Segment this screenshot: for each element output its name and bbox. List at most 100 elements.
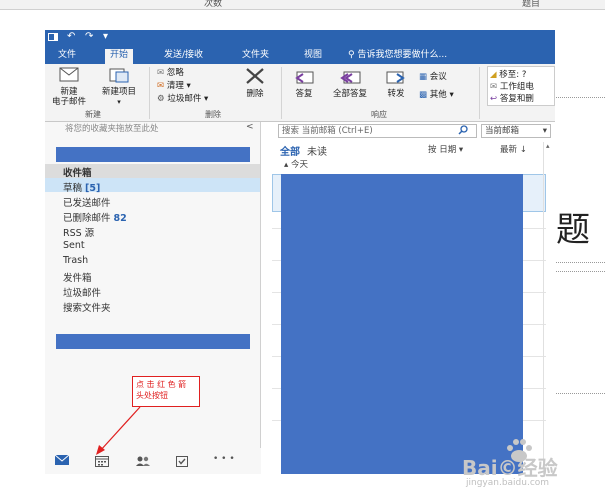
sort-by-date[interactable]: 按 日期 ▾ (428, 143, 463, 155)
folder-outbox[interactable]: 发件箱 (63, 270, 92, 284)
calendar-icon[interactable] (95, 455, 109, 470)
baidu-watermark: Bai©经验 jingyan.baidu.com (462, 436, 602, 500)
search-scope-dropdown[interactable]: 当前邮箱 ▾ (481, 124, 551, 138)
delete-label: 删除 (246, 89, 264, 99)
collapse-pane-button[interactable]: < (246, 122, 254, 132)
annotation-arrow-icon (96, 406, 141, 455)
folder-inbox[interactable]: 收件箱 (63, 165, 92, 179)
scroll-up-icon[interactable]: ▴ (546, 142, 550, 150)
envelope-icon (59, 67, 79, 82)
folder-label: 垃圾邮件 (63, 288, 102, 299)
sort-chevron-icon: ▾ (458, 145, 464, 155)
group-respond-label: 响应 (371, 110, 387, 119)
vertical-scrollbar[interactable]: ▴ (543, 142, 555, 474)
folder-label: 已删除邮件 (63, 213, 111, 224)
tab-home[interactable]: 开始 (105, 49, 134, 64)
folder-label: RSS 源 (63, 228, 95, 239)
reply-delete-label: 答复和删 (499, 94, 534, 104)
search-scope-label: 当前邮箱 (485, 126, 520, 136)
mail-icon[interactable] (54, 454, 70, 468)
redo-icon[interactable]: ↷ (85, 31, 93, 42)
watermark-url: jingyan.baidu.com (466, 478, 550, 488)
folder-label: 已发送邮件 (63, 198, 111, 209)
cleanup-button[interactable]: ✉ 清理 ▾ (157, 79, 191, 91)
tasks-icon[interactable] (175, 455, 189, 470)
lightbulb-icon: ⚲ (348, 50, 355, 60)
more-nav-icon[interactable]: • • • (213, 454, 235, 464)
ribbon-tabs: 文件 开始 发送/接收 文件夹 视图 ⚲ 告诉我您想要做什么... (45, 47, 555, 64)
folder-deleted-items[interactable]: 已删除邮件 82 (63, 210, 127, 224)
meeting-label: 会议 (429, 72, 447, 82)
group-delete-label: 删除 (205, 110, 221, 119)
cleanup-icon: ✉ (157, 81, 165, 91)
ignore-button[interactable]: ✉ 忽略 (157, 66, 184, 78)
annotation-note: 点 击 红 色 箭 头处按钮 (132, 376, 200, 407)
filter-unread[interactable]: 未读 (307, 143, 327, 158)
junk-button[interactable]: ⚙ 垃圾邮件 ▾ (157, 92, 208, 104)
redacted-second-account[interactable] (56, 334, 250, 349)
more-respond-chevron-icon: ▾ (449, 90, 454, 100)
top-strip: 次数 题目 (0, 0, 605, 10)
redacted-account-name[interactable] (56, 147, 250, 162)
cleanup-chevron-icon: ▾ (186, 81, 191, 91)
search-input[interactable]: 搜索 当前邮箱 (Ctrl+E) (278, 124, 477, 138)
folder-sent[interactable]: Sent (63, 240, 85, 251)
quick-step-team-email[interactable]: ✉ 工作组电 (490, 80, 534, 92)
quick-step-move-to[interactable]: ◢ 移至: ? (490, 68, 526, 80)
ribbon: 新建 电子邮件 新建项目 ▾ 新建 ✉ 忽略 ✉ 清理 ▾ ⚙ 垃圾邮件 ▾ 删… (45, 64, 555, 122)
qat-dropdown-icon[interactable]: ▾ (103, 31, 108, 42)
navigation-bar: • • • (45, 448, 261, 474)
dotted-guide-line (556, 393, 605, 394)
reply-button[interactable]: 答复 (289, 68, 319, 99)
tab-send-receive[interactable]: 发送/接收 (159, 49, 208, 64)
meeting-button[interactable]: ▦ 会议 (419, 70, 447, 82)
message-list-pane: 搜索 当前邮箱 (Ctrl+E) 当前邮箱 ▾ 全部 未读 按 日期 ▾ 最新 … (262, 122, 555, 474)
folder-trash[interactable]: Trash (63, 255, 88, 266)
tab-file[interactable]: 文件 (53, 49, 81, 64)
sort-order[interactable]: 最新 ↓ (500, 143, 527, 155)
folder-count: 82 (113, 213, 127, 224)
tab-folder[interactable]: 文件夹 (237, 49, 274, 64)
reply-all-button[interactable]: 全部答复 (327, 68, 373, 99)
annotation-text: 点 击 红 色 箭 头处按钮 (136, 380, 187, 400)
search-icon[interactable] (458, 125, 468, 138)
forward-label: 转发 (387, 89, 405, 99)
quick-step-reply-delete[interactable]: ↩ 答复和删 (490, 92, 534, 104)
scope-chevron-icon: ▾ (542, 126, 547, 136)
reply-delete-icon: ↩ (490, 94, 498, 104)
new-items-button[interactable]: 新建项目 ▾ (97, 66, 141, 107)
tab-view[interactable]: 视图 (299, 49, 327, 64)
filter-all[interactable]: 全部 (280, 143, 300, 158)
ignore-label: 忽略 (166, 68, 184, 78)
new-email-button[interactable]: 新建 电子邮件 (47, 66, 91, 107)
folder-drafts[interactable]: 草稿 [5] (63, 180, 100, 194)
folder-count: [5] (85, 183, 101, 194)
ignore-icon: ✉ (157, 68, 165, 78)
outlook-logo-icon[interactable] (47, 31, 59, 46)
folder-junk[interactable]: 垃圾邮件 (63, 285, 101, 299)
tell-me-box[interactable]: ⚲ 告诉我您想要做什么... (343, 49, 452, 64)
reply-all-label: 全部答复 (332, 89, 367, 99)
new-items-icon (109, 68, 129, 83)
folder-rss[interactable]: RSS 源 (63, 225, 94, 239)
new-items-chevron-icon: ▾ (117, 98, 121, 106)
folder-pane: 将您的收藏夹拖放至此处 < 收件箱 草稿 [5] 已发送邮件 已删除邮件 82 … (45, 122, 261, 474)
delete-button[interactable]: 删除 (241, 66, 269, 99)
team-email-icon: ✉ (490, 82, 498, 92)
undo-icon[interactable]: ↶ (67, 31, 75, 42)
group-header-today[interactable]: ▴ 今天 (284, 158, 308, 170)
junk-icon: ⚙ (157, 94, 165, 104)
more-respond-button[interactable]: ▩ 其他 ▾ (419, 88, 454, 100)
forward-button[interactable]: 转发 (381, 68, 411, 99)
folder-search[interactable]: 搜索文件夹 (63, 300, 111, 314)
team-email-label: 工作组电 (499, 82, 534, 92)
folder-label: 草稿 (63, 183, 83, 194)
folder-sent-items[interactable]: 已发送邮件 (63, 195, 111, 209)
dotted-guide-line (556, 271, 605, 272)
reply-icon (295, 71, 314, 84)
folder-label: Trash (63, 255, 89, 266)
meeting-icon: ▦ (419, 72, 428, 82)
people-icon[interactable] (135, 455, 151, 470)
more-respond-icon: ▩ (419, 90, 428, 100)
reply-all-icon (340, 71, 361, 84)
